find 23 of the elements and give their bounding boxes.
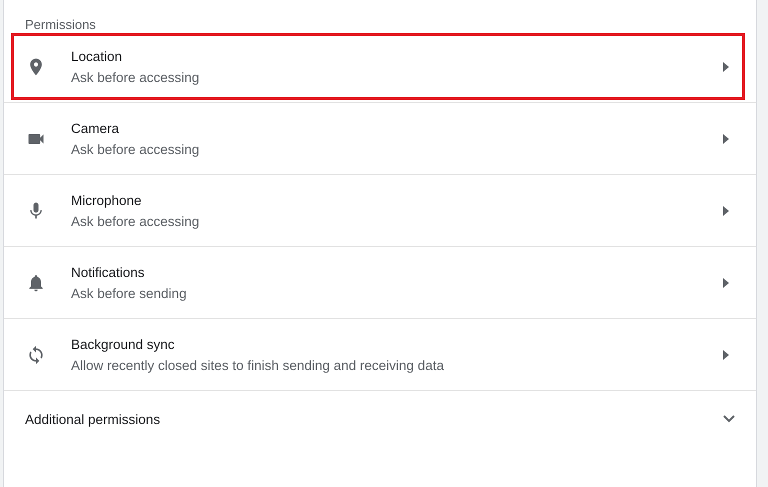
additional-permissions-row[interactable]: Additional permissions <box>4 391 756 447</box>
permission-row[interactable]: Microphone Ask before accessing <box>4 175 756 247</box>
permission-row[interactable]: Location Ask before accessing <box>4 31 756 103</box>
permission-status: Ask before accessing <box>71 214 200 228</box>
permission-row[interactable]: Camera Ask before accessing <box>4 103 756 175</box>
permission-name: Microphone <box>71 192 143 208</box>
permission-status: Ask before accessing <box>71 70 200 84</box>
section-title: Permissions <box>24 16 97 31</box>
arrow-right-icon <box>722 62 730 72</box>
permission-status: Allow recently closed sites to finish sending and receiving data <box>71 358 445 372</box>
permission-name: Background sync <box>71 336 176 352</box>
permission-name: Location <box>71 48 124 64</box>
permission-status: Ask before sending <box>71 286 188 300</box>
permission-row[interactable]: Background sync Allow recently closed sites to finish sending and receiving data <box>4 319 756 391</box>
permission-status: Ask before accessing <box>71 142 200 156</box>
arrow-right-icon <box>722 206 730 216</box>
arrow-right-icon <box>722 350 730 360</box>
arrow-right-icon <box>722 278 730 288</box>
permission-name: Notifications <box>71 264 146 280</box>
additional-permissions-label: Additional permissions <box>25 412 162 426</box>
permission-name: Camera <box>71 120 120 136</box>
arrow-right-icon <box>722 134 730 144</box>
permission-row[interactable]: Notifications Ask before sending <box>4 247 756 319</box>
